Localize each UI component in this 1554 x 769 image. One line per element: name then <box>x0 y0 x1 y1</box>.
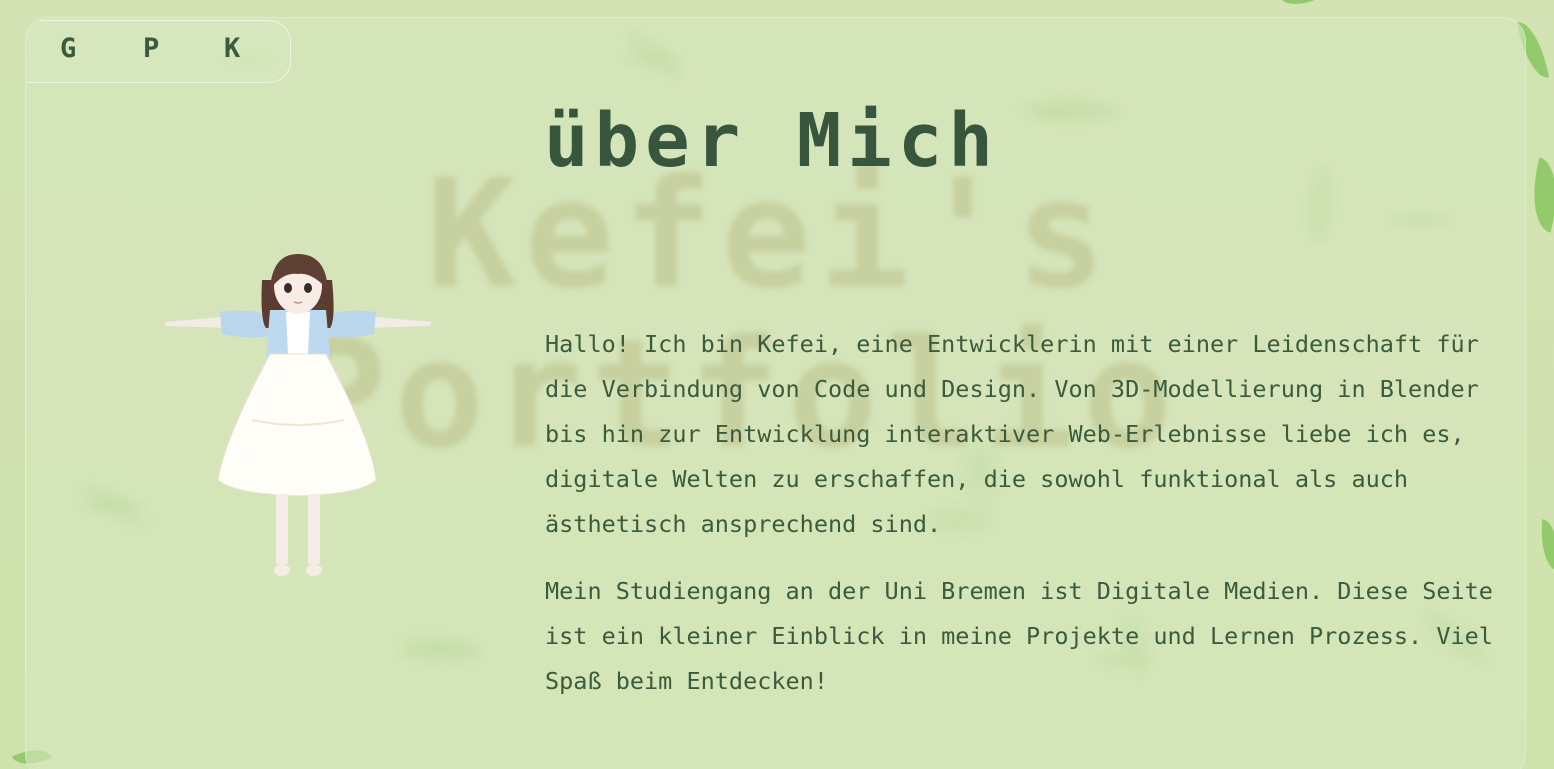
nav-link-g[interactable]: G <box>60 33 76 64</box>
leaf-decoration <box>1537 519 1554 571</box>
leaf-decoration <box>1280 0 1314 11</box>
anime-character-t-pose-icon <box>164 254 432 576</box>
avatar <box>164 254 432 576</box>
about-paragraph-study: Mein Studiengang an der Uni Bremen ist D… <box>545 577 1493 695</box>
leaf-decoration <box>1521 157 1554 233</box>
nav-link-k[interactable]: K <box>224 33 240 64</box>
about-panel: Kefei's Portfolio G P K über Mich Hallo!… <box>25 17 1526 769</box>
nav-bar: G P K <box>26 20 291 83</box>
page-title: über Mich <box>544 98 999 184</box>
about-paragraph-intro: Hallo! Ich bin Kefei, eine Entwicklerin … <box>545 330 1479 538</box>
nav-link-p[interactable]: P <box>143 33 159 64</box>
page-background: Kefei's Portfolio G P K über Mich Hallo!… <box>0 0 1554 769</box>
